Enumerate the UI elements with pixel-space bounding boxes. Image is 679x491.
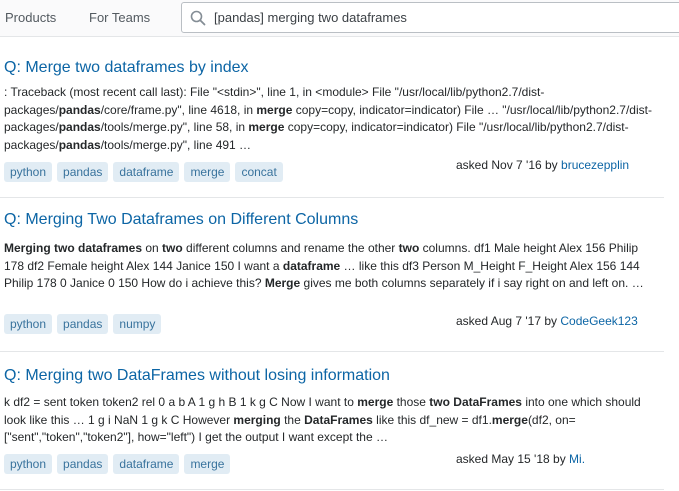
tag-dataframe[interactable]: dataframe: [113, 454, 180, 474]
question-excerpt: : Traceback (most recent call last): Fil…: [4, 85, 652, 152]
nav-products[interactable]: Products: [5, 10, 56, 25]
result-item: Q: Merge two dataframes by index : Trace…: [0, 40, 664, 198]
user-link[interactable]: CodeGeek123: [560, 314, 637, 328]
tag-list: python pandas numpy: [4, 314, 166, 334]
nav-for-teams[interactable]: For Teams: [89, 10, 150, 25]
tag-python[interactable]: python: [4, 314, 53, 334]
question-title[interactable]: Q: Merging two DataFrames without losing…: [4, 367, 390, 385]
tag-list: python pandas dataframe merge concat: [4, 162, 288, 182]
top-bar: Products For Teams: [0, 0, 679, 37]
question-title[interactable]: Q: Merge two dataframes by index: [4, 59, 249, 77]
tag-dataframe[interactable]: dataframe: [113, 162, 180, 182]
search-box[interactable]: [181, 2, 679, 33]
question-meta: asked Nov 7 '16 by brucezepplin: [456, 158, 629, 172]
asked-date: asked Aug 7 '17 by: [456, 314, 558, 328]
question-title[interactable]: Q: Merging Two Dataframes on Different C…: [4, 211, 358, 229]
tag-list: python pandas dataframe merge: [4, 454, 235, 474]
search-icon: [190, 10, 206, 26]
tag-numpy[interactable]: numpy: [113, 314, 162, 334]
question-meta: asked May 15 '18 by Mi.: [456, 452, 585, 466]
tag-python[interactable]: python: [4, 454, 53, 474]
tag-pandas[interactable]: pandas: [57, 454, 109, 474]
question-meta: asked Aug 7 '17 by CodeGeek123: [456, 314, 638, 328]
asked-date: asked May 15 '18 by: [456, 452, 566, 466]
user-link[interactable]: brucezepplin: [561, 158, 629, 172]
search-input[interactable]: [214, 3, 679, 32]
tag-concat[interactable]: concat: [235, 162, 283, 182]
result-item: Q: Merging two DataFrames without losing…: [0, 352, 664, 490]
question-excerpt: Merging two dataframes on two different …: [4, 241, 644, 290]
asked-date: asked Nov 7 '16 by: [456, 158, 558, 172]
tag-merge[interactable]: merge: [184, 162, 231, 182]
tag-pandas[interactable]: pandas: [57, 314, 109, 334]
tag-python[interactable]: python: [4, 162, 53, 182]
question-excerpt: k df2 = sent token token2 rel 0 a b A 1 …: [4, 395, 641, 444]
tag-merge[interactable]: merge: [184, 454, 231, 474]
result-item: Q: Merging Two Dataframes on Different C…: [0, 198, 664, 352]
tag-pandas[interactable]: pandas: [57, 162, 109, 182]
user-link[interactable]: Mi.: [569, 452, 585, 466]
